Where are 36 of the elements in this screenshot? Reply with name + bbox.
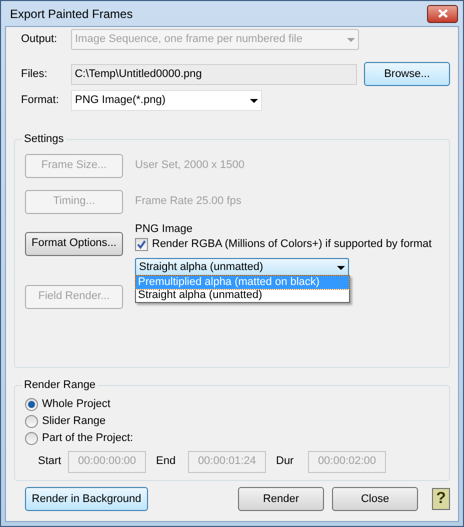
format-dropdown[interactable]: PNG Image(*.png) xyxy=(71,90,262,111)
time-label: Start xyxy=(38,454,62,470)
setting-info: Frame Rate 25.00 fps xyxy=(135,194,242,210)
caret-icon xyxy=(250,98,258,102)
output-label: Output: xyxy=(20,32,58,48)
rgba-checkbox[interactable] xyxy=(135,238,148,251)
help-button[interactable]: ? xyxy=(432,488,450,510)
format-label: Format: xyxy=(20,93,60,108)
radio-button[interactable] xyxy=(25,414,38,428)
time-label: Dur xyxy=(276,454,295,470)
settings-title: Settings xyxy=(23,132,65,147)
browse-button[interactable]: Browse... xyxy=(364,62,450,86)
files-label: Files: xyxy=(20,66,48,82)
files-field[interactable]: C:\Temp\Untitled0000.png xyxy=(70,64,357,84)
radio-label: Whole Project xyxy=(42,396,110,412)
setting-info: User Set, 2000 x 1500 xyxy=(135,158,244,174)
alpha-option[interactable]: Straight alpha (unmatted) xyxy=(136,288,349,302)
dialog-button[interactable]: Close xyxy=(332,487,418,511)
close-button[interactable] xyxy=(427,4,458,22)
caret-icon xyxy=(337,266,345,270)
window-title: Export Painted Frames xyxy=(10,6,133,22)
time-label: End xyxy=(156,454,177,470)
caret-icon xyxy=(347,38,355,42)
format-heading: PNG Image xyxy=(135,222,194,236)
dialog-button[interactable]: Render xyxy=(238,487,324,511)
alpha-dropdown[interactable]: Straight alpha (unmatted) xyxy=(135,258,349,278)
radio-button[interactable] xyxy=(25,398,38,410)
rgba-label: Render RGBA (Millions of Colors+) if supported by format xyxy=(152,237,432,252)
check-icon xyxy=(137,240,146,249)
format-options-button[interactable]: Format Options... xyxy=(25,232,123,256)
render-range-title: Render Range xyxy=(23,378,97,393)
radio-label: Part of the Project: xyxy=(42,430,134,446)
radio-button[interactable] xyxy=(25,432,38,444)
radio-label: Slider Range xyxy=(42,414,106,429)
dialog-button[interactable]: Render in Background xyxy=(25,487,148,511)
close-icon xyxy=(438,9,448,18)
